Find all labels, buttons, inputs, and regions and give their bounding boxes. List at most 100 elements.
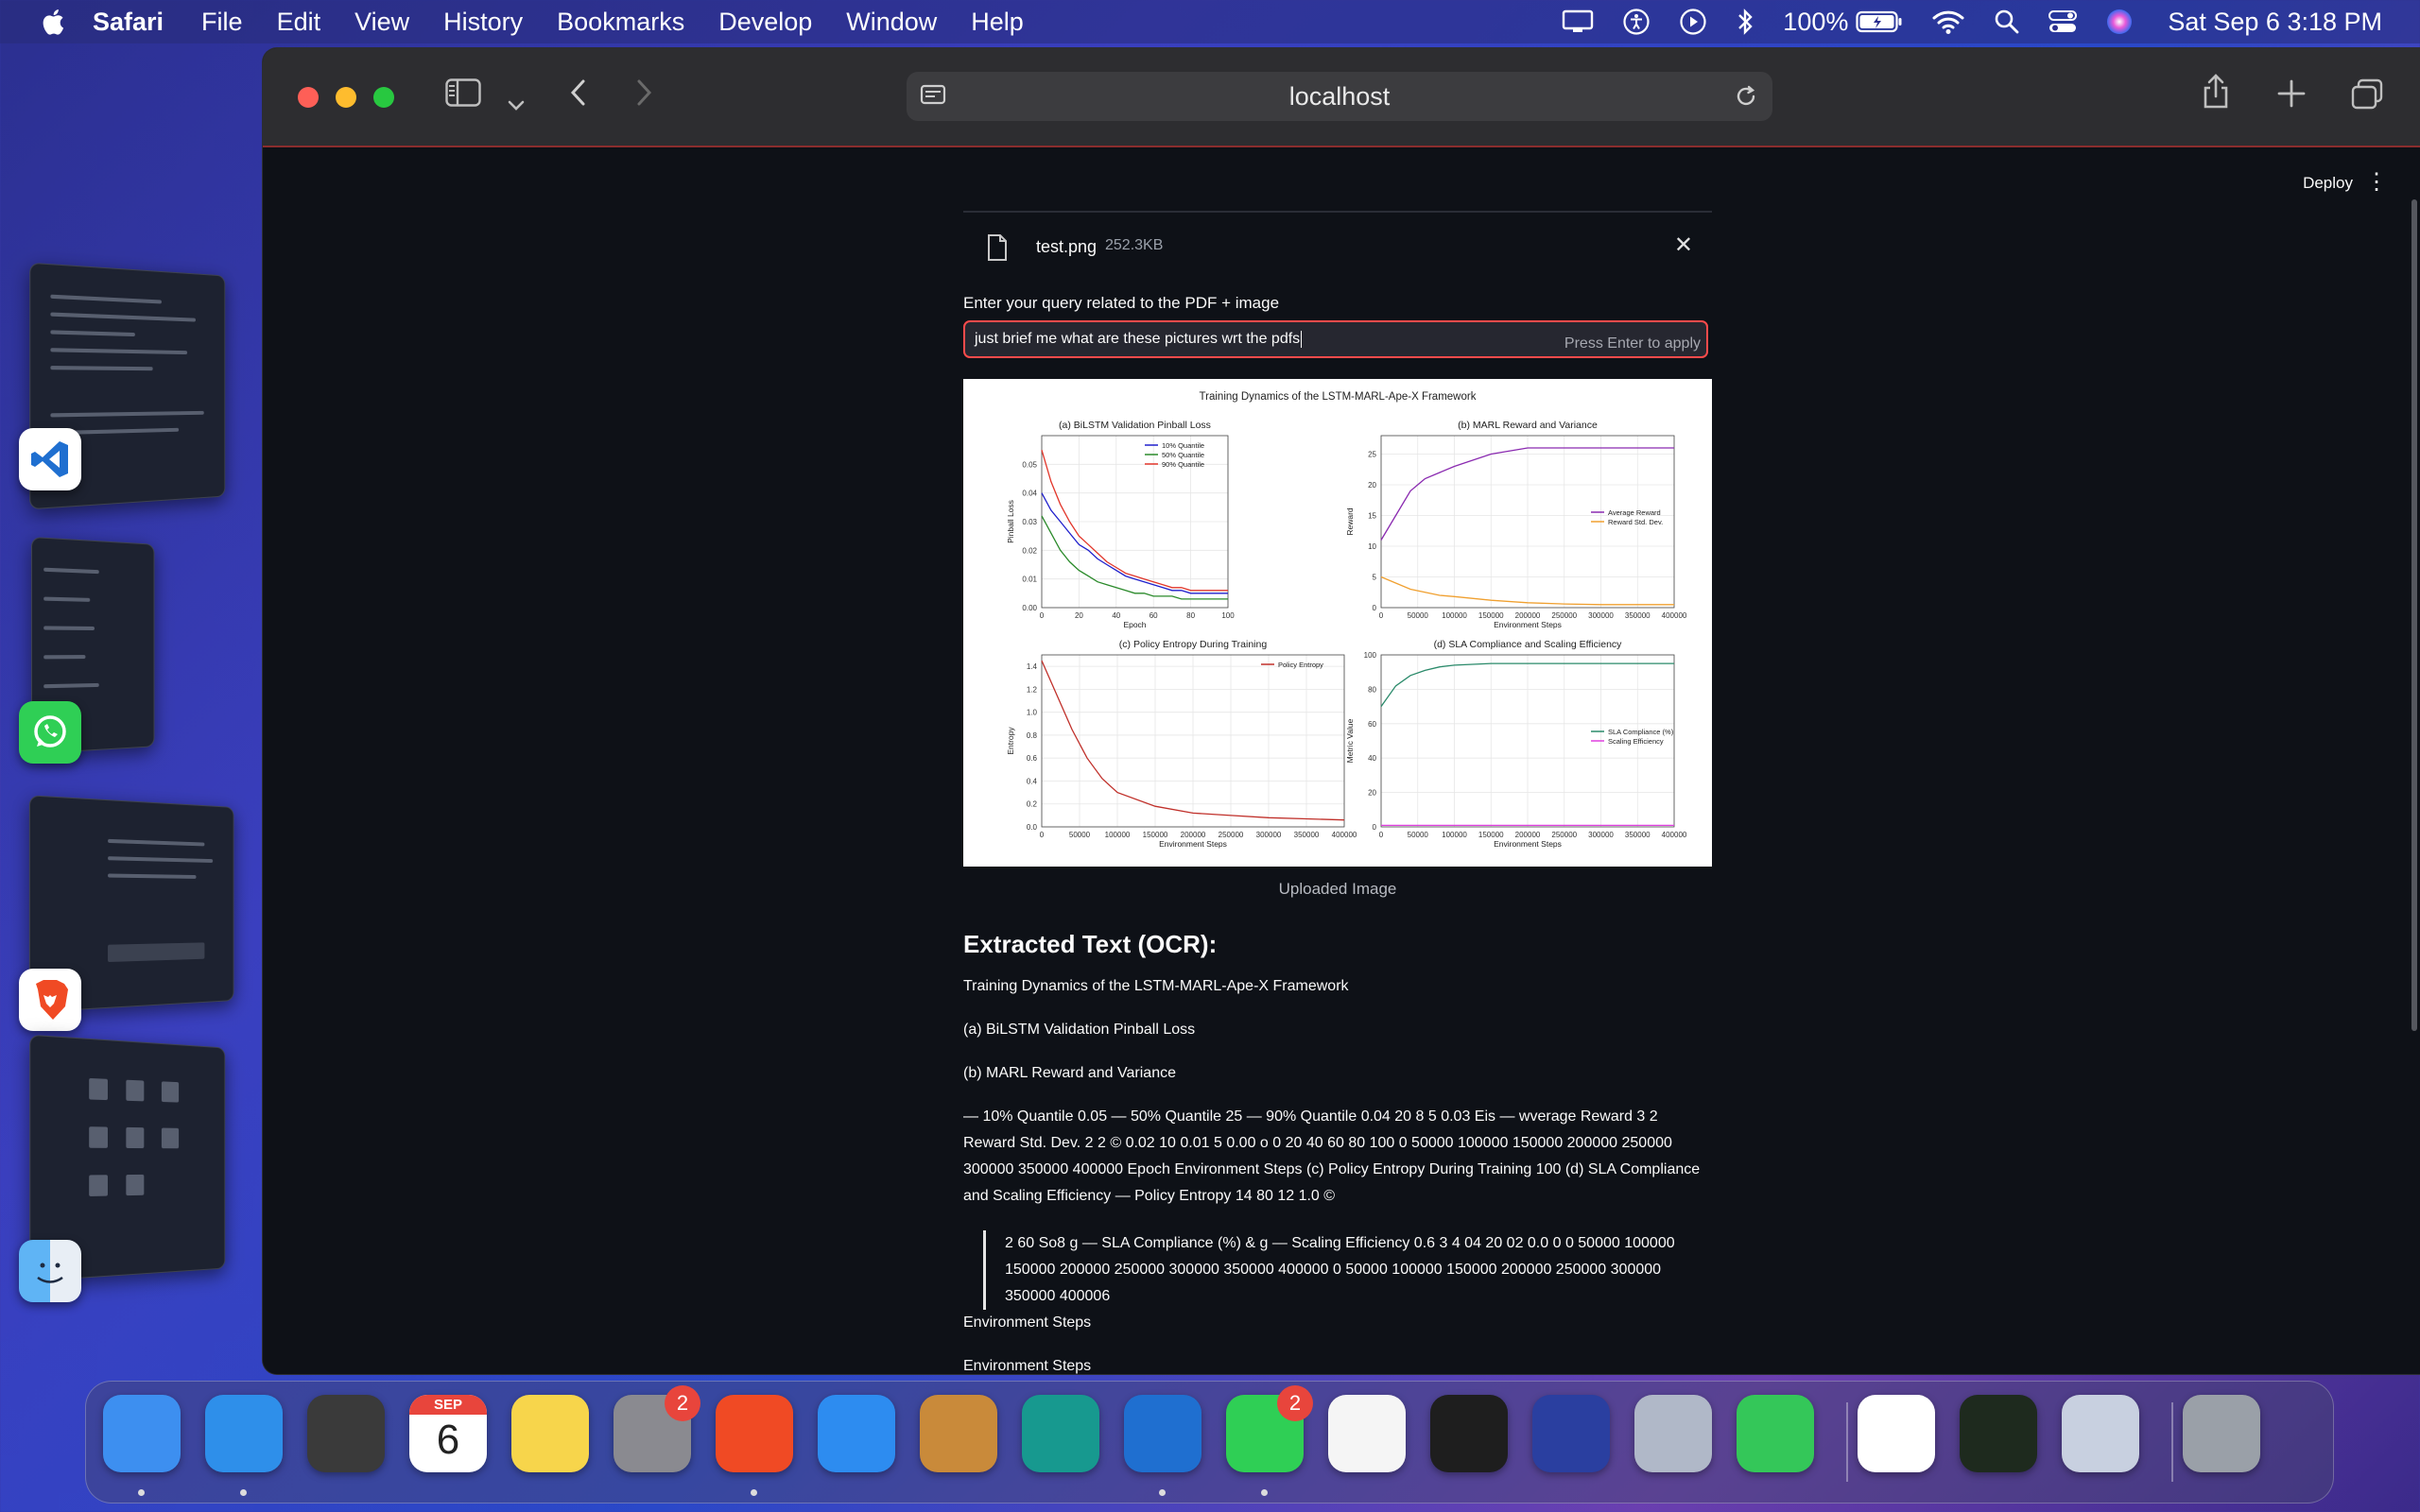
zoom-window-button[interactable] (373, 87, 394, 108)
wifi-icon[interactable] (1931, 9, 1965, 35)
x-tick-label: 40 (1112, 611, 1120, 620)
y-tick-label: 0 (1373, 823, 1377, 832)
dock-quicktime-icon[interactable] (307, 1395, 385, 1472)
siri-icon[interactable] (2105, 8, 2134, 36)
dock-terminal-icon[interactable] (1430, 1395, 1508, 1472)
search-icon[interactable] (1994, 9, 2020, 35)
x-axis-label: Environment Steps (1494, 839, 1562, 849)
close-window-button[interactable] (298, 87, 319, 108)
url-text[interactable]: localhost (1289, 82, 1391, 112)
file-size: 252.3KB (1105, 237, 1163, 254)
dock-whatsapp-icon[interactable]: 2 (1226, 1395, 1304, 1472)
dock-preview-icon[interactable] (2062, 1395, 2139, 1472)
dock-safari-icon[interactable] (205, 1395, 283, 1472)
minimize-window-button[interactable] (336, 87, 356, 108)
dock-iphone-mirroring-icon[interactable] (1634, 1395, 1712, 1472)
menu-history[interactable]: History (443, 8, 523, 37)
y-tick-label: 10 (1368, 542, 1376, 551)
file-icon (986, 233, 1009, 266)
x-tick-label: 200000 (1515, 831, 1541, 839)
x-tick-label: 100000 (1442, 611, 1467, 620)
x-tick-label: 80 (1186, 611, 1195, 620)
address-bar[interactable]: localhost (907, 72, 1772, 121)
y-tick-label: 0 (1373, 604, 1377, 612)
y-tick-label: 1.0 (1027, 709, 1038, 717)
y-tick-label: 25 (1368, 451, 1376, 459)
calendar-month: SEP (409, 1395, 487, 1415)
dock-chrome-icon[interactable] (1858, 1395, 1935, 1472)
x-tick-label: 300000 (1588, 611, 1614, 620)
x-tick-label: 0 (1040, 611, 1045, 620)
dock-facetime-icon[interactable] (1737, 1395, 1814, 1472)
dock-vs-code-icon[interactable] (1124, 1395, 1201, 1472)
dock-finder-icon[interactable] (103, 1395, 181, 1472)
control-center-icon[interactable] (2048, 9, 2077, 35)
dock-trash-icon[interactable] (2183, 1395, 2260, 1472)
menu-view[interactable]: View (354, 8, 409, 37)
page-scrollbar[interactable] (2411, 199, 2417, 1031)
y-tick-label: 80 (1368, 685, 1376, 694)
remove-file-button[interactable]: ✕ (1674, 232, 1693, 259)
more-options-icon[interactable]: ⋮ (2365, 168, 2388, 196)
forward-button[interactable] (633, 77, 654, 116)
series-line (1042, 516, 1228, 599)
dock-notes-icon[interactable] (511, 1395, 589, 1472)
dock-separator (1846, 1402, 1848, 1482)
dock-arduino-icon[interactable] (1022, 1395, 1099, 1472)
apple-icon[interactable] (38, 7, 66, 37)
ocr-paragraph: — 10% Quantile 0.05 — 50% Quantile 25 — … (963, 1104, 1712, 1210)
battery-icon[interactable] (1856, 10, 1903, 33)
share-icon[interactable] (2201, 73, 2231, 119)
brave-icon[interactable] (19, 969, 81, 1031)
y-tick-label: 0.02 (1022, 546, 1037, 555)
ocr-line-b: (b) MARL Reward and Variance (963, 1060, 1712, 1087)
play-icon[interactable] (1679, 8, 1707, 36)
finder-icon[interactable] (19, 1240, 81, 1302)
y-tick-label: 15 (1368, 512, 1376, 521)
x-tick-label: 50000 (1408, 611, 1429, 620)
menu-bookmarks[interactable]: Bookmarks (557, 8, 684, 37)
calendar-day: 6 (437, 1415, 459, 1466)
bluetooth-icon[interactable] (1736, 8, 1754, 36)
x-tick-label: 400000 (1662, 611, 1687, 620)
menu-help[interactable]: Help (971, 8, 1024, 37)
x-axis-label: Epoch (1123, 620, 1146, 629)
menubar-clock[interactable]: Sat Sep 6 3:18 PM (2168, 8, 2382, 37)
dock-archive-utility-icon[interactable] (920, 1395, 997, 1472)
display-icon[interactable] (1562, 9, 1594, 34)
dock-activity-monitor-icon[interactable] (1960, 1395, 2037, 1472)
tab-overview-icon[interactable] (2350, 78, 2384, 119)
sidebar-toggle-icon[interactable] (445, 78, 481, 115)
query-input-value[interactable]: just brief me what are these pictures wr… (975, 331, 1300, 348)
page-menu-icon[interactable] (920, 84, 946, 115)
whatsapp-icon[interactable] (19, 701, 81, 764)
y-tick-label: 0.01 (1022, 576, 1037, 584)
deploy-button[interactable]: Deploy (2303, 174, 2353, 193)
running-indicator (1261, 1489, 1268, 1496)
menu-file[interactable]: File (201, 8, 243, 37)
back-button[interactable] (568, 77, 589, 116)
x-tick-label: 0 (1379, 831, 1384, 839)
dock-app-store-icon[interactable] (818, 1395, 895, 1472)
menu-develop[interactable]: Develop (718, 8, 812, 37)
menu-bar: Safari File Edit View History Bookmarks … (0, 0, 2420, 43)
menu-window[interactable]: Window (846, 8, 937, 37)
reload-icon[interactable] (1733, 83, 1759, 116)
ocr-env-steps-1: Environment Steps (963, 1310, 1712, 1336)
dock-system-settings-icon[interactable]: 2 (614, 1395, 691, 1472)
y-tick-label: 1.4 (1027, 662, 1038, 671)
y-tick-label: 40 (1368, 754, 1376, 763)
y-tick-label: 0.2 (1027, 800, 1038, 809)
menu-edit[interactable]: Edit (277, 8, 321, 37)
dock-brave-icon[interactable] (716, 1395, 793, 1472)
dock-calendar-icon[interactable]: SEP 6 (409, 1395, 487, 1472)
new-tab-icon[interactable] (2276, 78, 2307, 117)
vscode-icon[interactable] (19, 428, 81, 490)
menu-app-name[interactable]: Safari (93, 8, 164, 37)
dock-simulator-icon[interactable] (1532, 1395, 1610, 1472)
dock-xcode-helper-icon[interactable] (1328, 1395, 1406, 1472)
x-tick-label: 350000 (1294, 831, 1320, 839)
accessibility-icon[interactable] (1622, 8, 1651, 36)
chevron-down-icon[interactable] (507, 84, 526, 121)
query-input[interactable]: just brief me what are these pictures wr… (963, 320, 1708, 358)
